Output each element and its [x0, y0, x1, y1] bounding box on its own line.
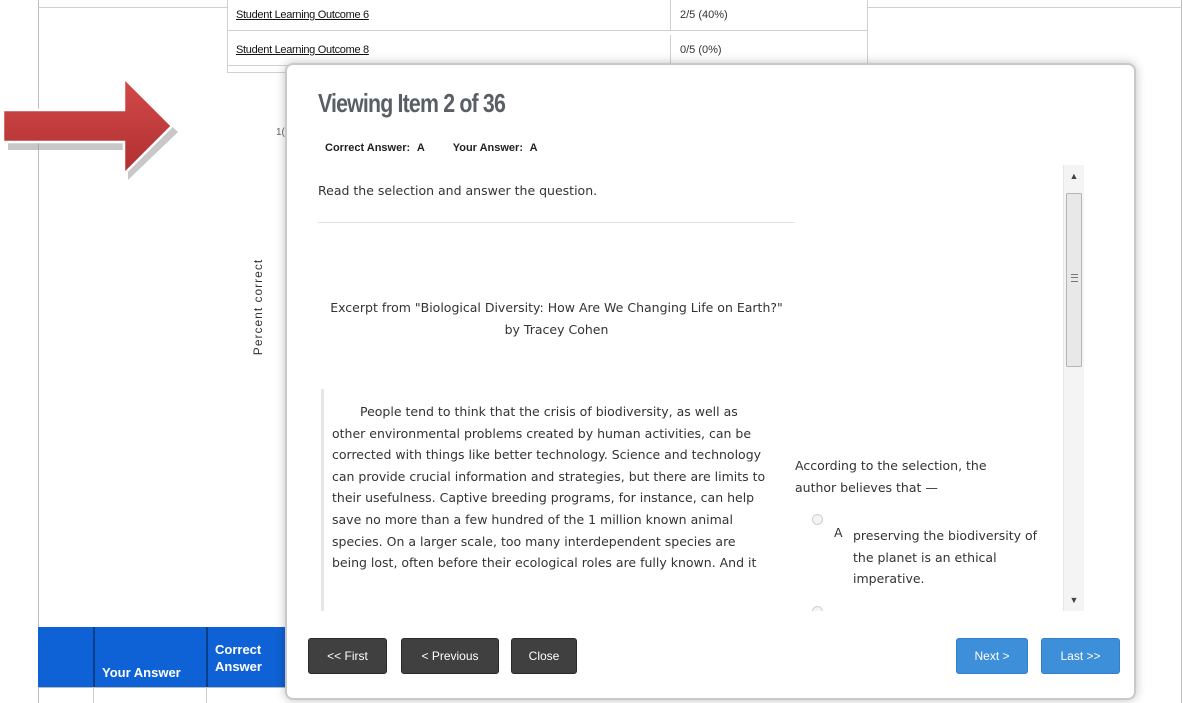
arrow-pointer-icon [1, 74, 178, 180]
header-divider [93, 627, 95, 687]
item-instruction: Read the selection and answer the questi… [318, 183, 598, 198]
table-row: Student Learning Outcome 8 0/5 (0%) [228, 35, 867, 66]
header-your-answer: Your Answer [102, 665, 181, 680]
header-correct-answer: Correct Answer [215, 642, 262, 674]
scroll-down-icon[interactable]: ▼ [1064, 591, 1084, 609]
excerpt-title: Excerpt from "Biological Diversity: How … [330, 300, 783, 315]
table-divider [38, 687, 298, 688]
table-column-line [206, 687, 207, 703]
grip-icon [1071, 274, 1078, 282]
column-divider [670, 35, 671, 65]
correct-answer-label: Correct Answer: [325, 142, 411, 154]
modal-title: Viewing Item 2 of 36 [318, 88, 506, 118]
your-answer-label: Your Answer: [452, 142, 523, 154]
next-button[interactable]: Next > [956, 638, 1028, 674]
scroll-thumb[interactable] [1066, 193, 1082, 367]
column-divider [670, 0, 671, 30]
item-viewer-modal: Viewing Item 2 of 36 Correct Answer: A Y… [285, 63, 1136, 700]
first-button[interactable]: << First [308, 638, 387, 674]
frame-border-right [1181, 0, 1182, 703]
divider [318, 222, 795, 223]
results-table-header: Your Answer Correct Answer [38, 627, 298, 687]
question-stem: According to the selection, the author b… [795, 458, 987, 495]
outcome-score: 0/5 (0%) [680, 44, 722, 56]
table-column-line [93, 687, 94, 703]
option-a-letter: A [834, 525, 843, 540]
your-answer-value: A [529, 142, 538, 154]
table-row: Student Learning Outcome 6 2/5 (40%) [228, 0, 867, 31]
close-button[interactable]: Close [511, 638, 577, 674]
outcome-link[interactable]: Student Learning Outcome 6 [236, 9, 369, 21]
content-scrollbar[interactable]: ▲ ▼ [1063, 165, 1084, 611]
scroll-up-icon[interactable]: ▲ [1064, 167, 1084, 185]
excerpt-heading: Excerpt from "Biological Diversity: How … [318, 297, 795, 341]
option-b-radio[interactable] [812, 606, 823, 611]
item-content-area: Read the selection and answer the questi… [287, 165, 1067, 611]
previous-button[interactable]: < Previous [401, 638, 499, 674]
outcome-score: 2/5 (40%) [680, 9, 728, 21]
option-a-text: preserving the biodiversity of the plane… [853, 528, 1038, 587]
answer-summary: Correct Answer: A Your Answer: A [325, 142, 542, 154]
passage-border [321, 389, 324, 611]
correct-answer-value: A [416, 142, 425, 154]
excerpt-author: by Tracey Cohen [504, 322, 609, 337]
chart-tick-label: 1( [276, 127, 285, 138]
passage-text: People tend to think that the crisis of … [332, 404, 766, 571]
chart-y-axis-label: Percent correct [251, 258, 265, 356]
last-button[interactable]: Last >> [1041, 638, 1120, 674]
header-divider [206, 627, 208, 687]
option-a-radio[interactable] [812, 514, 823, 525]
outcome-link[interactable]: Student Learning Outcome 8 [236, 44, 369, 56]
